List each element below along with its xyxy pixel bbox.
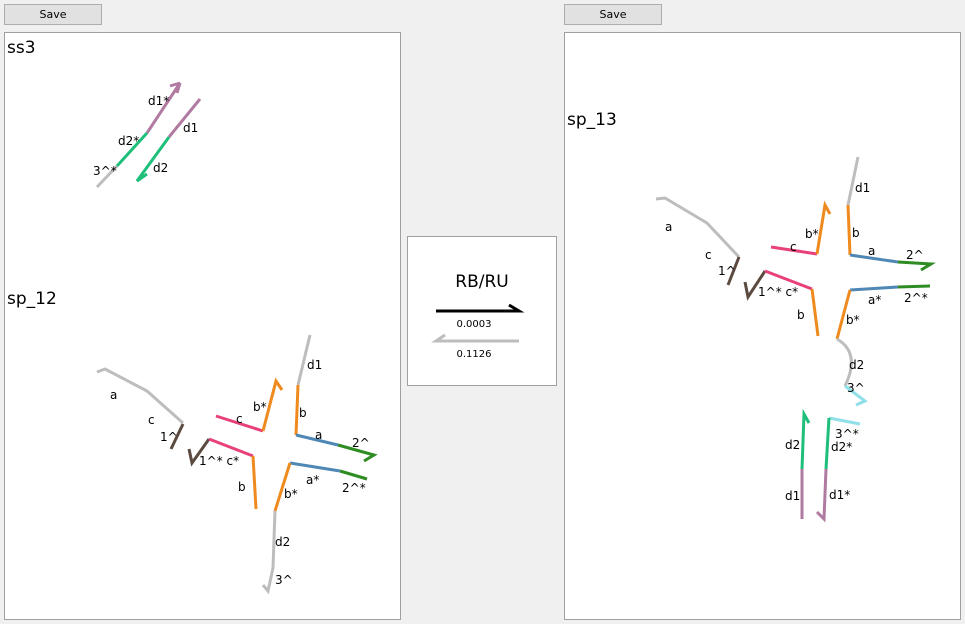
sp12-label-a: a — [110, 388, 117, 402]
sp13-strand-bs — [815, 200, 832, 255]
sp13-label-bs: b* — [805, 227, 819, 241]
sp13-structure — [655, 156, 936, 523]
sp13-label-d1b: d1 — [785, 489, 800, 503]
sp13-label-2s: 2^* — [904, 291, 928, 305]
sp12-title: sp_12 — [7, 289, 57, 309]
sp13-strand-2s — [897, 284, 931, 289]
ss3-label-d2: d2 — [153, 161, 168, 175]
reaction-panel: RB/RU 0.0003 0.1126 — [407, 236, 557, 386]
sp12-label-1: 1^ — [160, 430, 178, 444]
sp13-label-3: 3^ — [847, 381, 865, 395]
sp12-strand-d2 — [261, 510, 277, 595]
sp13-label-d1s: d1* — [829, 488, 850, 502]
forward-rate: 0.0003 — [457, 319, 492, 330]
sp13-title: sp_13 — [567, 110, 617, 130]
sp12-label-d1: d1 — [307, 358, 322, 372]
sp13-label-a2: a — [868, 244, 875, 258]
ss3-strand-d1s — [145, 81, 182, 134]
products-panel: sp_13 d1 a b* b c a 2^ c 1^ 1^* c* a* 2^… — [564, 32, 961, 620]
sp13-label-c2: c — [705, 248, 712, 262]
sp13-label-c: c — [790, 240, 797, 254]
reactants-panel: ss3 sp_12 d1* d2* 3^* d1 d2 a c 1^ 1^* c… — [4, 32, 401, 620]
save-button-left[interactable]: Save — [4, 4, 102, 25]
sp13-strand-as — [849, 285, 899, 292]
reverse-arrow — [431, 333, 519, 343]
sp13-strand-d2s — [824, 417, 831, 470]
sp13-label-3s: 3^* — [835, 427, 859, 441]
sp13-strand-3s — [828, 416, 861, 426]
sp13-label-1s-cs: 1^* c* — [758, 285, 798, 299]
sp13-label-d1: d1 — [855, 181, 870, 195]
reactants-diagram: ss3 sp_12 d1* d2* 3^* d1 d2 a c 1^ 1^* c… — [7, 38, 378, 595]
sp12-label-1s-cs: 1^* c* — [199, 454, 239, 468]
sp13-label-as: a* — [868, 293, 881, 307]
reaction-diagram: RB/RU 0.0003 0.1126 — [431, 272, 525, 360]
reverse-rate: 0.1126 — [457, 349, 492, 360]
sp12-label-2: 2^ — [352, 436, 370, 450]
sp12-label-c2: c — [236, 412, 243, 426]
ss3-label-d1: d1 — [183, 121, 198, 135]
sp12-label-bs2: b* — [284, 487, 298, 501]
sp12-label-as: a* — [306, 473, 319, 487]
sp12-strand-as — [289, 461, 341, 473]
sp12-label-bs: b* — [253, 400, 267, 414]
sp13-label-d2: d2 — [849, 358, 864, 372]
sp13-label-1: 1^ — [718, 264, 736, 278]
sp12-label-3: 3^ — [275, 573, 293, 587]
sp13-label-2: 2^ — [906, 248, 924, 262]
sp13-strand-b2 — [846, 204, 852, 256]
products-diagram: sp_13 d1 a b* b c a 2^ c 1^ 1^* c* a* 2^… — [567, 110, 936, 523]
sp12-label-d2: d2 — [275, 535, 290, 549]
sp12-label-a2: a — [315, 428, 322, 442]
ss3-label-3s: 3^* — [93, 164, 117, 178]
sp12-label-b2: b — [238, 480, 246, 494]
sp13-label-bs2: b* — [846, 313, 860, 327]
sp13-strand-b — [810, 288, 820, 337]
sp13-label-b: b — [852, 226, 860, 240]
sp12-label-c: c — [148, 413, 155, 427]
save-button-right[interactable]: Save — [564, 4, 662, 25]
sp13-strand-d2b — [800, 408, 811, 470]
sp13-label-d2b: d2 — [785, 438, 800, 452]
ss3-label-d1s: d1* — [148, 94, 169, 108]
sp12-label-b: b — [299, 406, 307, 420]
sp13-strand-d1s — [815, 468, 828, 523]
sp12-strand-b2 — [294, 384, 300, 436]
sp12-strand-2s — [339, 469, 368, 481]
sp12-label-2s: 2^* — [342, 481, 366, 495]
sp13-label-a: a — [665, 220, 672, 234]
ss3-title: ss3 — [7, 38, 36, 58]
ss3-label-d2s: d2* — [118, 134, 139, 148]
forward-arrow — [436, 303, 525, 313]
sp13-strand-2 — [897, 260, 936, 272]
reaction-name: RB/RU — [455, 272, 508, 292]
sp13-label-d2s: d2* — [831, 440, 852, 454]
sp13-label-b2: b — [797, 308, 805, 322]
sp12-strand-b — [251, 455, 258, 510]
